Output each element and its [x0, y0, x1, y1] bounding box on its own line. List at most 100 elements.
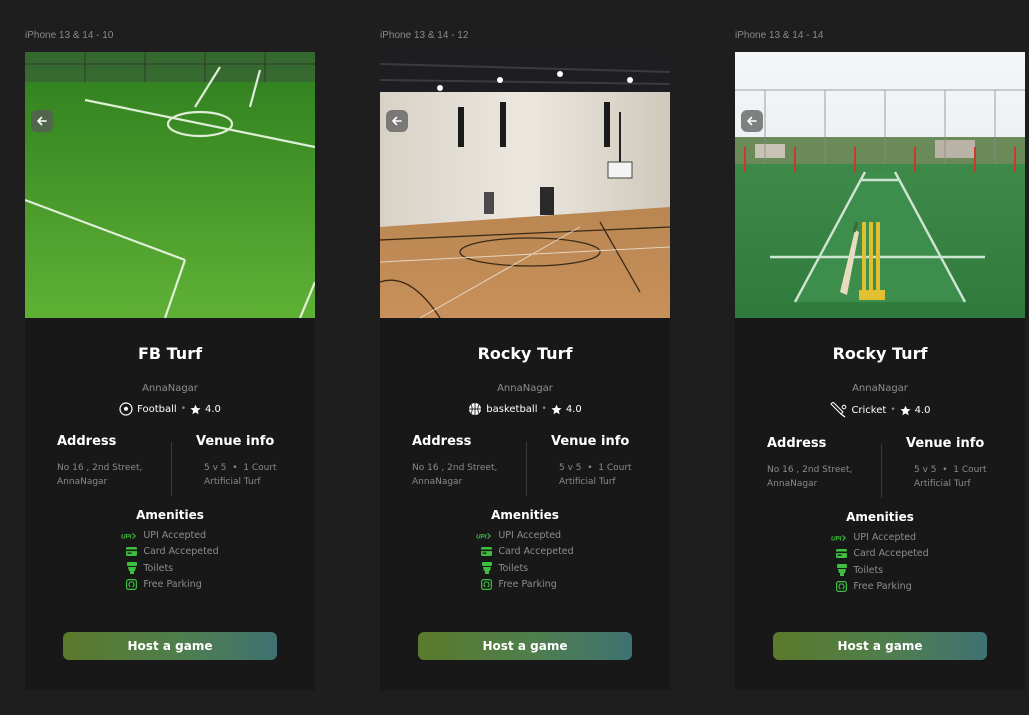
address-block: Address No 16 , 2nd Street, AnnaNagar [735, 436, 880, 496]
cricket-pitch-photo [735, 52, 1025, 318]
amenity-item: Card Accepeted [831, 548, 929, 559]
amenity-label: Card Accepeted [853, 548, 929, 559]
sport-label: basketball [486, 403, 538, 415]
amenity-label: UPI Accepted [498, 530, 562, 541]
host-game-button[interactable]: Host a game [773, 632, 987, 660]
venue-info-block: Venue info 5 v 5 • 1 Court Artificial Tu… [170, 434, 315, 494]
address-line: No 16 , 2nd Street, [767, 465, 853, 475]
venue-info-heading: Venue info [906, 436, 985, 451]
address-line: No 16 , 2nd Street, [57, 463, 143, 473]
svg-text:UPI: UPI [121, 533, 132, 539]
amenities-heading: Amenities [846, 510, 914, 524]
amenity-label: Card Accepeted [143, 546, 219, 557]
info-divider [526, 442, 527, 496]
star-icon [190, 404, 201, 414]
arrow-left-icon [747, 116, 757, 126]
separator-dot: • [180, 404, 186, 414]
address-heading: Address [412, 434, 472, 449]
frame-label: iPhone 13 & 14 - 14 [735, 30, 824, 41]
info-divider [881, 444, 882, 498]
amenity-item: UPI UPI Accepted [476, 530, 561, 541]
venue-title: Rocky Turf [832, 344, 928, 363]
amenity-item: Toilets [121, 562, 173, 574]
amenity-item: Free Parking [476, 579, 557, 590]
host-game-button[interactable]: Host a game [63, 632, 277, 660]
amenity-item: Card Accepeted [476, 546, 574, 557]
football-turf-photo [25, 52, 315, 318]
venue-location: AnnaNagar [142, 383, 198, 394]
rating-value: 4.0 [565, 403, 582, 415]
venue-info-heading: Venue info [196, 434, 275, 449]
venue-location: AnnaNagar [497, 383, 553, 394]
amenity-item: Toilets [831, 564, 883, 576]
amenities-list: UPI UPI Accepted Card Accepeted Toilets … [831, 532, 928, 592]
venue-info-block: Venue info 5 v 5 • 1 Court Artificial Tu… [880, 436, 1025, 496]
address-block: Address No 16 , 2nd Street, AnnaNagar [380, 434, 525, 494]
toilet-icon [127, 562, 138, 574]
info-section: Address No 16 , 2nd Street, AnnaNagar Ve… [735, 436, 1025, 498]
address-text: No 16 , 2nd Street, AnnaNagar [767, 463, 880, 491]
amenities-list: UPI UPI Accepted Card Accepeted Toilets … [476, 530, 573, 590]
sport-label: Cricket [851, 404, 887, 416]
star-icon [551, 404, 562, 414]
separator-dot: • [890, 405, 896, 415]
sport-rating-row: basketball • 4.0 [380, 402, 670, 416]
venue-info-line: 5 v 5 • 1 Court [559, 463, 632, 473]
address-line: No 16 , 2nd Street, [412, 463, 498, 473]
address-line: AnnaNagar [57, 477, 108, 487]
parking-icon [481, 579, 493, 590]
cricket-icon [830, 402, 847, 418]
venue-info-line: Artificial Turf [559, 477, 616, 487]
amenity-item: Free Parking [831, 581, 912, 592]
svg-text:UPI: UPI [476, 533, 487, 539]
venue-info-line: 5 v 5 • 1 Court [204, 463, 277, 473]
amenity-item: UPI UPI Accepted [831, 532, 916, 543]
venue-screen: Rocky Turf AnnaNagar Cricket • 4.0 Addre… [735, 52, 1025, 690]
host-game-button[interactable]: Host a game [418, 632, 632, 660]
venue-hero-image [380, 52, 670, 318]
venue-info-text: 5 v 5 • 1 Court Artificial Turf [535, 461, 670, 489]
arrow-left-icon [392, 116, 402, 126]
frame-label: iPhone 13 & 14 - 12 [380, 30, 469, 41]
amenity-label: Toilets [853, 564, 884, 576]
arrow-left-icon [37, 116, 47, 126]
venue-info-text: 5 v 5 • 1 Court Artificial Turf [180, 461, 315, 489]
info-section: Address No 16 , 2nd Street, AnnaNagar Ve… [380, 434, 670, 496]
card-icon [126, 547, 138, 556]
star-icon [900, 405, 911, 415]
info-divider [171, 442, 172, 496]
rating-value: 4.0 [205, 403, 221, 415]
amenities-list: UPI UPI Accepted Card Accepeted Toilets … [121, 530, 218, 590]
back-button[interactable] [386, 110, 408, 132]
venue-info-line: Artificial Turf [914, 479, 971, 489]
address-text: No 16 , 2nd Street, AnnaNagar [57, 461, 170, 489]
venue-title: FB Turf [137, 344, 203, 363]
basketball-court-photo [380, 52, 670, 318]
venue-info-heading: Venue info [551, 434, 630, 449]
back-button[interactable] [31, 110, 53, 132]
venue-info-line: 5 v 5 • 1 Court [914, 465, 987, 475]
back-button[interactable] [741, 110, 763, 132]
amenity-item: UPI UPI Accepted [121, 530, 206, 541]
card-icon [481, 547, 493, 556]
separator-dot: • [541, 404, 547, 414]
venue-screen: Rocky Turf AnnaNagar basketball • 4.0 Ad… [380, 52, 670, 690]
sport-rating-row: Football • 4.0 [25, 402, 315, 416]
parking-icon [836, 581, 848, 592]
upi-icon: UPI [831, 534, 847, 542]
amenity-label: Toilets [143, 562, 174, 574]
sport-label: Football [137, 403, 177, 415]
address-line: AnnaNagar [767, 479, 818, 489]
upi-icon: UPI [476, 532, 492, 540]
venue-hero-image [735, 52, 1025, 318]
address-block: Address No 16 , 2nd Street, AnnaNagar [25, 434, 170, 494]
venue-title: Rocky Turf [477, 344, 573, 363]
football-icon [119, 402, 133, 416]
amenity-label: UPI Accepted [143, 530, 207, 541]
parking-icon [126, 579, 138, 590]
address-text: No 16 , 2nd Street, AnnaNagar [412, 461, 525, 489]
address-line: AnnaNagar [412, 477, 463, 487]
amenity-label: Toilets [498, 562, 529, 574]
venue-info-block: Venue info 5 v 5 • 1 Court Artificial Tu… [525, 434, 670, 494]
amenity-item: Free Parking [121, 579, 202, 590]
